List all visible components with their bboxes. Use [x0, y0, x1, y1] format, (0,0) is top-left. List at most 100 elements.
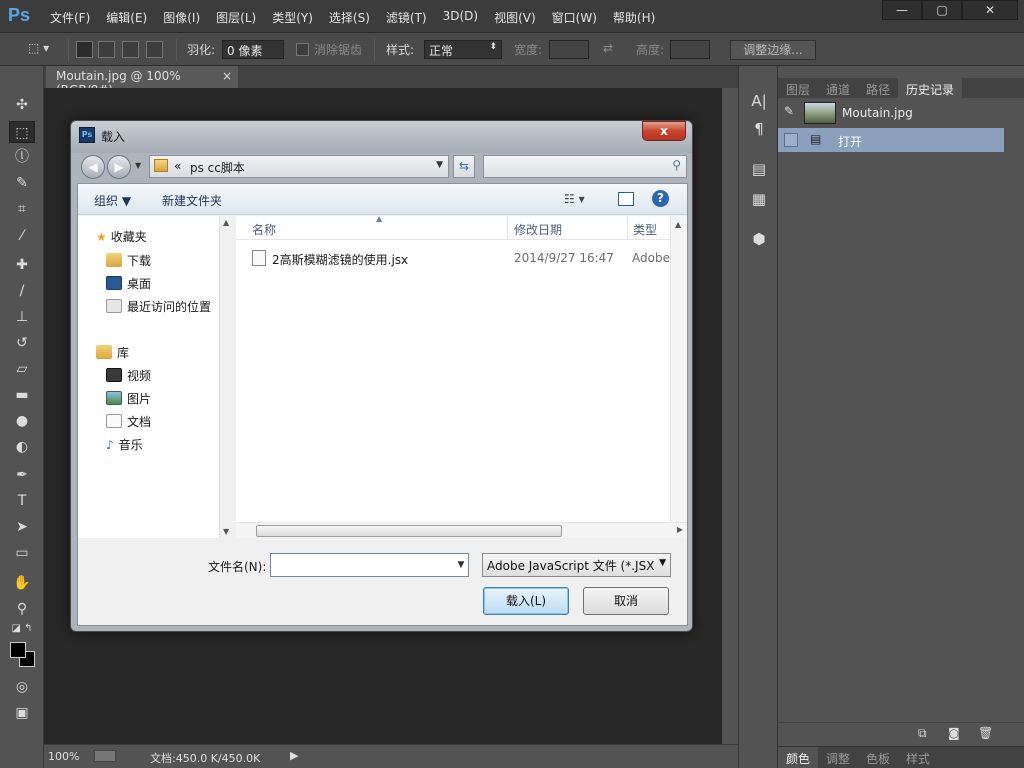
scroll-up-icon[interactable]: ▲ [223, 218, 229, 227]
preview-pane-icon[interactable] [618, 192, 634, 206]
organize-button[interactable]: 组织 ▼ [94, 192, 131, 209]
history-brush-source-icon[interactable]: ✎ [784, 104, 794, 118]
nav-desktop[interactable]: 桌面 [106, 275, 151, 292]
history-snapshot[interactable]: ✎ Moutain.jpg [778, 100, 1024, 128]
zoom-level[interactable]: 100% [48, 750, 79, 763]
subtract-from-selection-icon[interactable] [122, 41, 139, 58]
nav-favorites[interactable]: ★ 收藏夹 [96, 228, 147, 245]
new-folder-button[interactable]: 新建文件夹 [162, 192, 222, 209]
info-panel-icon[interactable]: ▦ [749, 190, 769, 210]
tab-history[interactable]: 历史记录 [898, 78, 963, 98]
gradient-tool-icon[interactable]: ▬ [9, 384, 35, 406]
move-tool-icon[interactable]: ✣ [9, 94, 35, 116]
view-options-icon[interactable]: ☷ ▾ [564, 192, 585, 206]
path-segment[interactable]: ps cc脚本 [190, 159, 245, 176]
notes-panel-icon[interactable]: ▤ [749, 160, 769, 180]
nav-downloads[interactable]: 下载 [106, 252, 151, 269]
menu-filter[interactable]: 滤镜(T) [378, 9, 435, 26]
dialog-close-button[interactable]: x [642, 121, 686, 141]
menu-image[interactable]: 图像(I) [155, 9, 208, 26]
dialog-titlebar[interactable]: Ps 载入 x [71, 121, 692, 153]
eraser-tool-icon[interactable]: ▱ [9, 358, 35, 380]
help-icon[interactable]: ? [652, 190, 669, 207]
tab-channels[interactable]: 通道 [818, 78, 858, 98]
status-menu-arrow-icon[interactable]: ▶ [290, 749, 298, 762]
scroll-down-icon[interactable]: ▼ [223, 527, 229, 536]
swap-colors-icon[interactable]: ◪ ↰ [9, 622, 35, 636]
width-input[interactable] [549, 40, 589, 59]
address-bar[interactable]: « ps cc脚本 ▼ [149, 155, 449, 178]
brush-tool-icon[interactable]: ∕ [9, 280, 35, 302]
tab-styles[interactable]: 样式 [898, 747, 938, 768]
filename-input[interactable] [270, 553, 469, 577]
scroll-up-icon[interactable]: ▲ [675, 220, 681, 229]
quick-select-tool-icon[interactable]: ✎ [9, 172, 35, 194]
file-list-horizontal-scrollbar[interactable]: ▶ [236, 522, 687, 538]
new-snapshot-icon[interactable]: ◙ [948, 726, 960, 740]
nav-libraries[interactable]: 库 [96, 344, 129, 361]
column-modified[interactable]: 修改日期 [514, 221, 562, 238]
path-select-icon[interactable]: ➤ [9, 516, 35, 538]
marquee-tool-icon[interactable]: ⬚ [9, 121, 35, 143]
column-divider[interactable] [507, 216, 508, 240]
quick-mask-icon[interactable]: ◎ [9, 676, 35, 698]
eyedropper-tool-icon[interactable]: ⁄ [9, 225, 35, 247]
filetype-select[interactable]: Adobe JavaScript 文件 (*.JSX ▼ [482, 553, 671, 577]
path-dropdown-icon[interactable]: ▼ [436, 160, 443, 170]
type-tool-icon[interactable]: T [9, 490, 35, 512]
history-brush-icon[interactable]: ↺ [9, 332, 35, 354]
menu-view[interactable]: 视图(V) [486, 9, 544, 26]
minimize-button[interactable]: — [882, 0, 922, 20]
filename-dropdown-icon[interactable]: ▼ [454, 554, 468, 576]
menu-3d[interactable]: 3D(D) [435, 9, 486, 26]
horizontal-scroll-thumb[interactable] [256, 525, 562, 537]
shape-tool-icon[interactable]: ▭ [9, 542, 35, 564]
load-button[interactable]: 载入(L) [483, 587, 569, 615]
menu-layer[interactable]: 图层(L) [208, 9, 264, 26]
nav-documents[interactable]: 文档 [106, 413, 151, 430]
zoom-tool-icon[interactable]: ⚲ [9, 598, 35, 620]
tab-paths[interactable]: 路径 [858, 78, 898, 98]
height-input[interactable] [670, 40, 710, 59]
blur-tool-icon[interactable]: ● [9, 410, 35, 432]
tab-color[interactable]: 颜色 [778, 747, 819, 768]
refine-edge-button[interactable]: 调整边缘... [730, 40, 816, 60]
file-list-vertical-scrollbar[interactable]: ▲ [670, 216, 687, 522]
column-divider[interactable] [627, 216, 628, 240]
menu-edit[interactable]: 编辑(E) [98, 9, 155, 26]
new-selection-icon[interactable] [76, 41, 93, 58]
swap-icon[interactable]: ⇄ [603, 41, 613, 55]
back-arrow-icon[interactable]: ◀ [81, 155, 105, 179]
navigation-scrollbar[interactable]: ▲ ▼ [219, 216, 234, 538]
delete-state-icon[interactable]: 🗑 [978, 726, 993, 740]
new-document-from-state-icon[interactable]: ⧉ [918, 726, 927, 741]
menu-file[interactable]: 文件(F) [42, 9, 98, 26]
intersect-selection-icon[interactable] [146, 41, 163, 58]
maximize-button[interactable]: ▢ [922, 0, 962, 20]
screen-mode-icon[interactable]: ▣ [9, 702, 35, 724]
menu-type[interactable]: 类型(Y) [264, 9, 321, 26]
column-type[interactable]: 类型 [633, 221, 657, 238]
paragraph-panel-icon[interactable]: ¶ [749, 120, 769, 140]
column-name[interactable]: 名称 [252, 221, 276, 238]
file-row[interactable]: 2高斯模糊滤镜的使用.jsx 2014/9/27 16:47 Adobe [252, 248, 670, 270]
tab-adjustments[interactable]: 调整 [818, 747, 858, 768]
menu-window[interactable]: 窗口(W) [544, 9, 605, 26]
feather-input[interactable]: 0 像素 [222, 40, 284, 59]
search-input[interactable]: ⚲ [483, 155, 687, 178]
lasso-tool-icon[interactable]: ⓛ [9, 146, 35, 168]
add-to-selection-icon[interactable] [98, 41, 115, 58]
hand-tool-icon[interactable]: ✋ [9, 572, 35, 594]
dodge-tool-icon[interactable]: ◐ [9, 436, 35, 458]
history-step-open[interactable]: ▤ 打开 [778, 128, 1004, 152]
character-panel-icon[interactable]: A| [749, 92, 769, 112]
close-window-button[interactable]: ✕ [962, 0, 1018, 20]
cancel-button[interactable]: 取消 [583, 587, 669, 615]
scroll-right-icon[interactable]: ▶ [677, 525, 683, 534]
marquee-tool-preset-icon[interactable]: ⬚ ▾ [28, 41, 49, 55]
nav-pictures[interactable]: 图片 [106, 390, 151, 407]
close-tab-icon[interactable]: × [222, 69, 232, 83]
tab-swatches[interactable]: 色板 [858, 747, 898, 768]
healing-brush-icon[interactable]: ✚ [9, 254, 35, 276]
antialias-checkbox[interactable] [296, 43, 309, 56]
